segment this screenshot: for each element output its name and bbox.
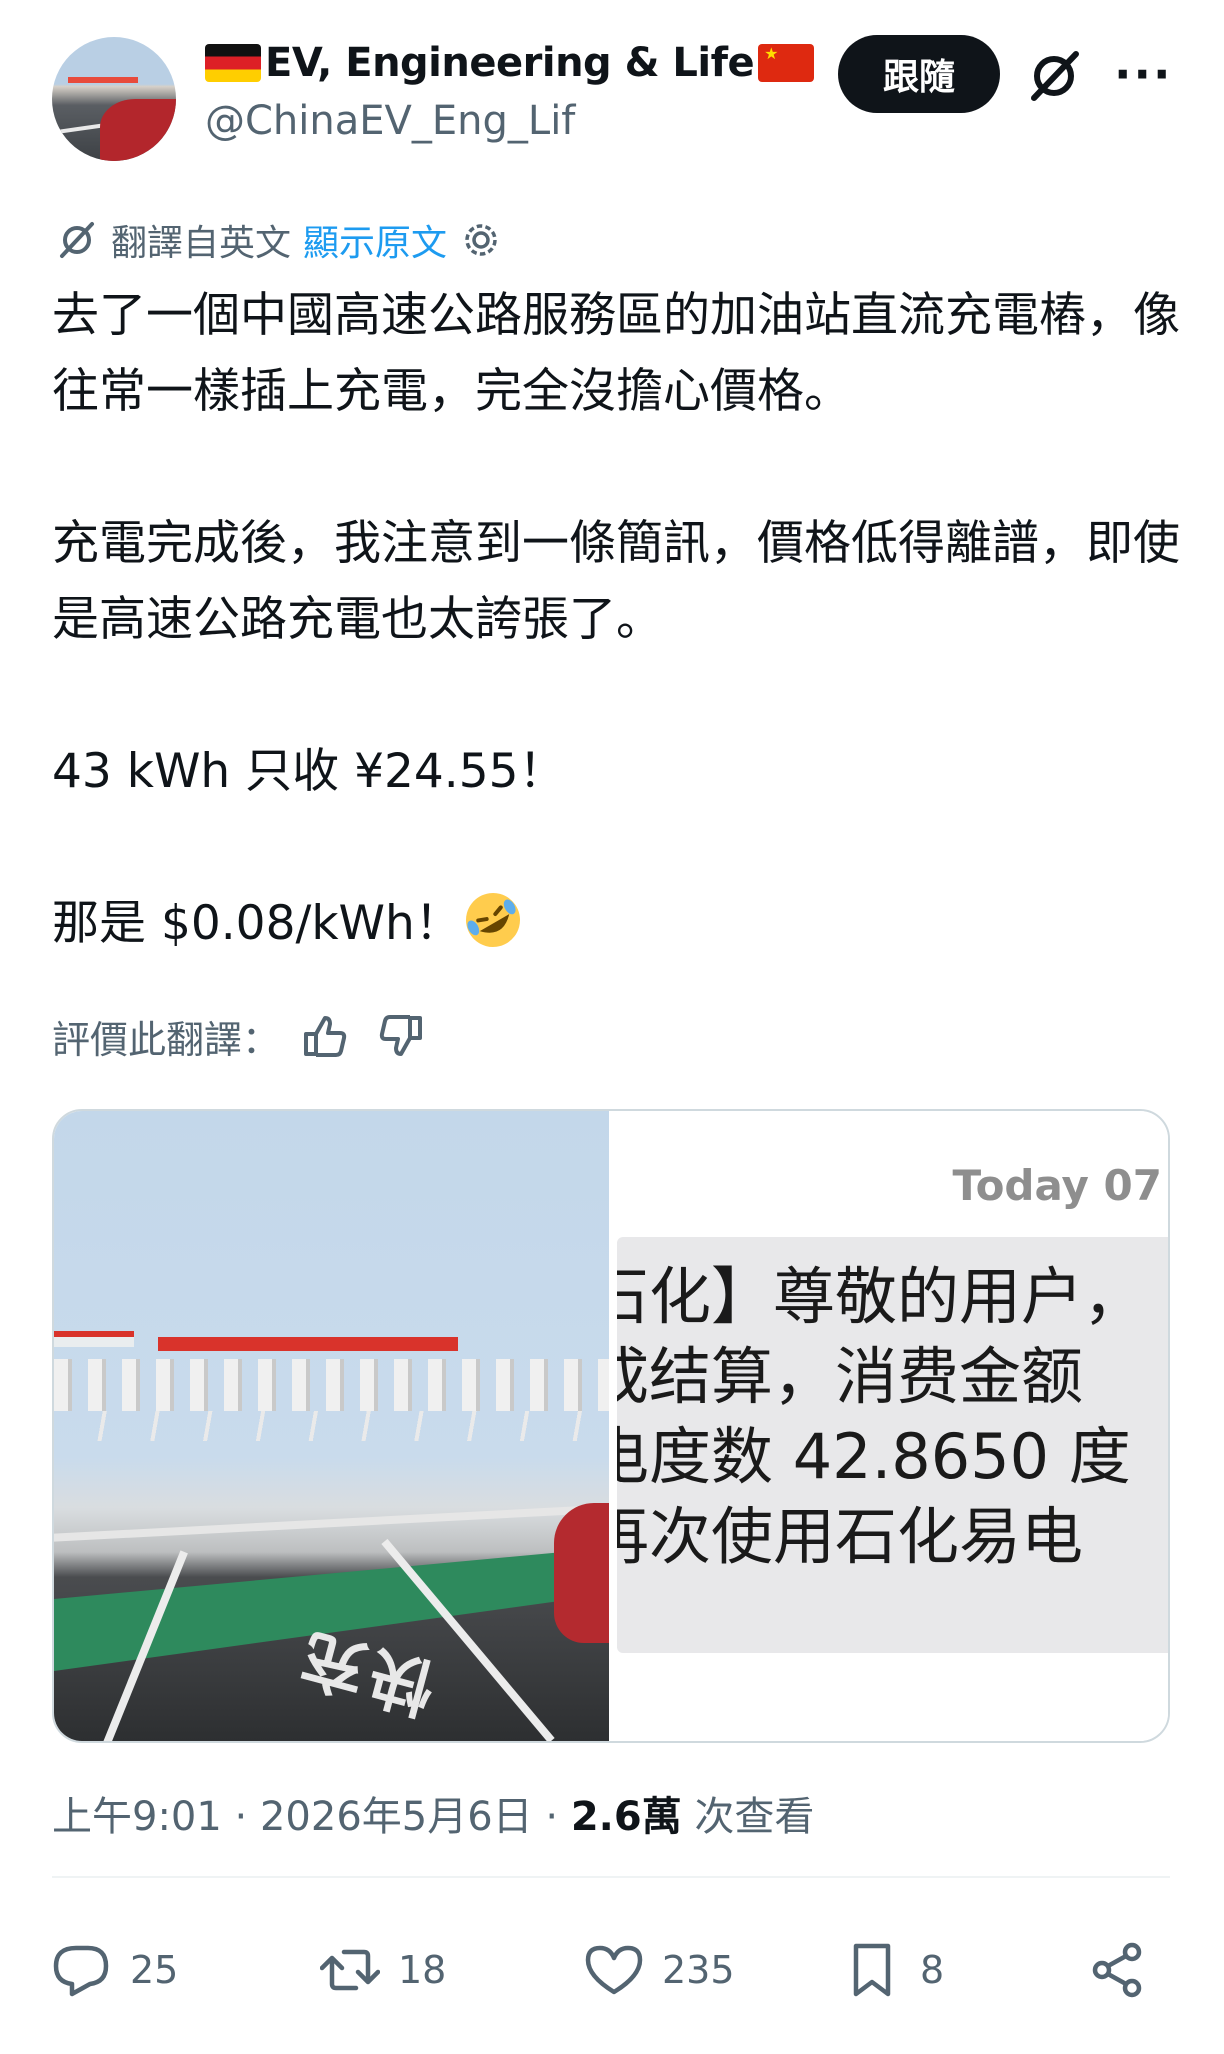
tweet-paragraph: 去了一個中國高速公路服務區的加油站直流充電樁，像往常一樣插上充電，完全沒擔心價格… [52, 288, 1180, 419]
tweet-meta: 上午9:01 · 2026年5月6日 · 2.6萬 次查看 [52, 1784, 814, 1842]
translation-bar: 翻譯自英文 顯示原文 [55, 214, 503, 266]
china-flag-icon [758, 44, 815, 82]
reply-button[interactable]: 25 [52, 1940, 178, 2000]
share-button[interactable] [1088, 1940, 1148, 2000]
grok-icon[interactable] [1024, 46, 1084, 106]
tweet-paragraph-text: 那是 $0.08/kWh！ [52, 896, 462, 951]
divider [52, 1876, 1170, 1878]
tweet-text: 去了一個中國高速公路服務區的加油站直流充電樁，像往常一樣插上充電，完全沒擔心價格… [52, 278, 1182, 962]
reply-count: 25 [130, 1948, 179, 1992]
views-count: 2.6萬 [570, 1794, 682, 1840]
share-icon [1092, 1942, 1142, 1998]
author-name-row[interactable]: EV, Engineering & Life [205, 40, 815, 86]
meta-separator: · [234, 1794, 260, 1840]
charging-station-photo[interactable]: 快充 [54, 1111, 609, 1741]
rofl-emoji-icon [465, 893, 520, 947]
repost-button[interactable]: 18 [320, 1940, 446, 2000]
sms-screenshot[interactable]: Today 07 石化】尊敬的用户， 成结算，消费金额 电度数 42.8650 … [609, 1111, 1168, 1741]
sms-line: 电度数 42.8650 度 [617, 1420, 1131, 1493]
rate-translation-label: 評價此翻譯： [52, 1017, 281, 1062]
bookmark-count: 8 [920, 1948, 945, 1992]
post-date[interactable]: 2026年5月6日 [260, 1794, 533, 1840]
author-handle[interactable]: @ChinaEV_Eng_Lif [205, 98, 575, 144]
rate-translation-row: 評價此翻譯： [52, 1008, 428, 1064]
sms-line: 成结算，消费金额 [617, 1340, 1084, 1413]
media-grid[interactable]: 快充 Today 07 石化】尊敬的用户， 成结算，消费金额 电度数 42.86… [52, 1109, 1170, 1743]
heart-icon [585, 1945, 643, 1995]
like-button[interactable]: 235 [584, 1940, 735, 2000]
thumbs-up-icon[interactable] [298, 1008, 354, 1064]
grok-translate-icon [60, 222, 94, 258]
gear-icon[interactable] [459, 218, 503, 262]
germany-flag-icon [205, 44, 261, 82]
show-original-link[interactable]: 顯示原文 [303, 214, 447, 266]
translation-source-label: 翻譯自英文 [111, 223, 292, 264]
action-bar: 25 18 235 8 [52, 1940, 1170, 2010]
like-count: 235 [662, 1948, 735, 1992]
repost-count: 18 [398, 1948, 447, 1992]
follow-button[interactable]: 跟隨 [838, 35, 1000, 113]
post-time[interactable]: 上午9:01 [52, 1794, 222, 1840]
tweet-paragraph: 那是 $0.08/kWh！ [52, 886, 1182, 962]
road-marking-text: 快充 [288, 1617, 443, 1726]
more-options-icon[interactable]: ··· [1114, 51, 1170, 97]
bookmark-icon [853, 1943, 891, 1997]
sms-bubble: 石化】尊敬的用户， 成结算，消费金额 电度数 42.8650 度 再次使用石化易… [617, 1237, 1168, 1653]
tweet-paragraph: 43 kWh 只收 ¥24.55！ [52, 744, 566, 799]
tweet-paragraph: 充電完成後，我注意到一條簡訊，價格低得離譜，即使是高速公路充電也太誇張了。 [52, 516, 1180, 647]
sms-time: Today 07 [952, 1161, 1163, 1210]
bookmark-button[interactable]: 8 [842, 1940, 944, 2000]
repost-icon [320, 1949, 380, 1991]
thumbs-down-icon[interactable] [372, 1008, 428, 1064]
meta-separator: · [545, 1794, 571, 1840]
sms-line: 再次使用石化易电 [617, 1500, 1084, 1573]
views-label: 次查看 [694, 1794, 815, 1840]
author-display-name[interactable]: EV, Engineering & Life [265, 40, 755, 86]
sms-line: 石化】尊敬的用户， [617, 1260, 1146, 1333]
reply-icon [53, 1945, 109, 1997]
author-avatar[interactable] [52, 37, 176, 161]
